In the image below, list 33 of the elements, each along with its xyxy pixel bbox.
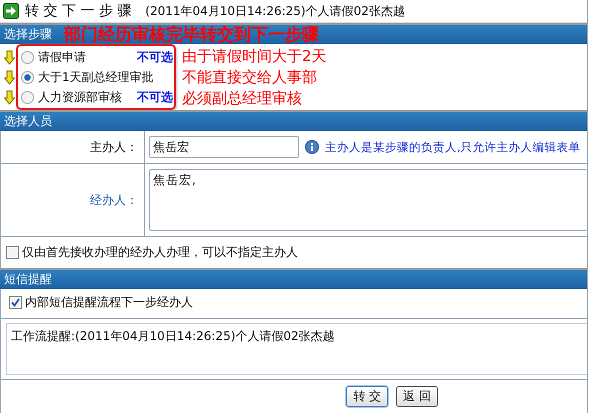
field-label: 主办人： [1, 131, 145, 164]
section-title: 选择人员 [4, 113, 52, 130]
unavailable-label: 不可选 [137, 48, 173, 66]
annotation-text: 部门经历审核完毕转交到下一步骤 [64, 24, 319, 46]
message-field[interactable]: 工作流提醒:(2011年04月10日14:26:25)个人请假02张杰越 [6, 323, 587, 375]
step-label[interactable]: 人力资源部审核 [38, 88, 137, 106]
section-title: 选择步骤 [4, 26, 52, 43]
page-subtitle: (2011年04月10日14:26:25)个人请假02张杰越 [145, 2, 405, 20]
checkbox[interactable] [6, 246, 19, 259]
handlers-field[interactable]: 焦岳宏, [149, 169, 587, 231]
annotation-text: 不能直接交给人事部 [182, 66, 318, 88]
radio-button[interactable] [21, 90, 34, 104]
hint-text: 主办人是某步骤的负责人,只允许主办人编辑表单 [325, 140, 581, 154]
field-label[interactable]: 经办人： [1, 164, 145, 237]
annotation-text: 由于请假时间大于2天 [182, 46, 327, 66]
annotation-text: 必须副总经理审核 [182, 88, 303, 108]
checkbox-label[interactable]: 仅由首先接收办理的经办人办理，可以不指定主办人 [22, 244, 298, 261]
page-title: 转 交 下 一 步 骤 [25, 2, 132, 20]
radio-button[interactable] [21, 70, 34, 84]
down-arrow-icon [4, 50, 15, 64]
radio-button[interactable] [21, 50, 34, 64]
transfer-button[interactable]: 转 交 [346, 386, 388, 407]
down-arrow-icon [4, 90, 15, 104]
info-icon [305, 140, 319, 154]
host-field[interactable]: 焦岳宏 [149, 136, 299, 158]
down-arrow-icon [4, 70, 15, 84]
back-button[interactable]: 返 回 [396, 386, 438, 407]
checkbox-label[interactable]: 内部短信提醒流程下一步经办人 [25, 294, 193, 311]
step-label[interactable]: 大于1天副总经理审批 [38, 68, 173, 86]
section-title: 短信提醒 [4, 271, 52, 288]
step-label[interactable]: 请假申请 [38, 48, 137, 66]
checkbox[interactable] [9, 296, 22, 309]
unavailable-label: 不可选 [137, 88, 173, 106]
